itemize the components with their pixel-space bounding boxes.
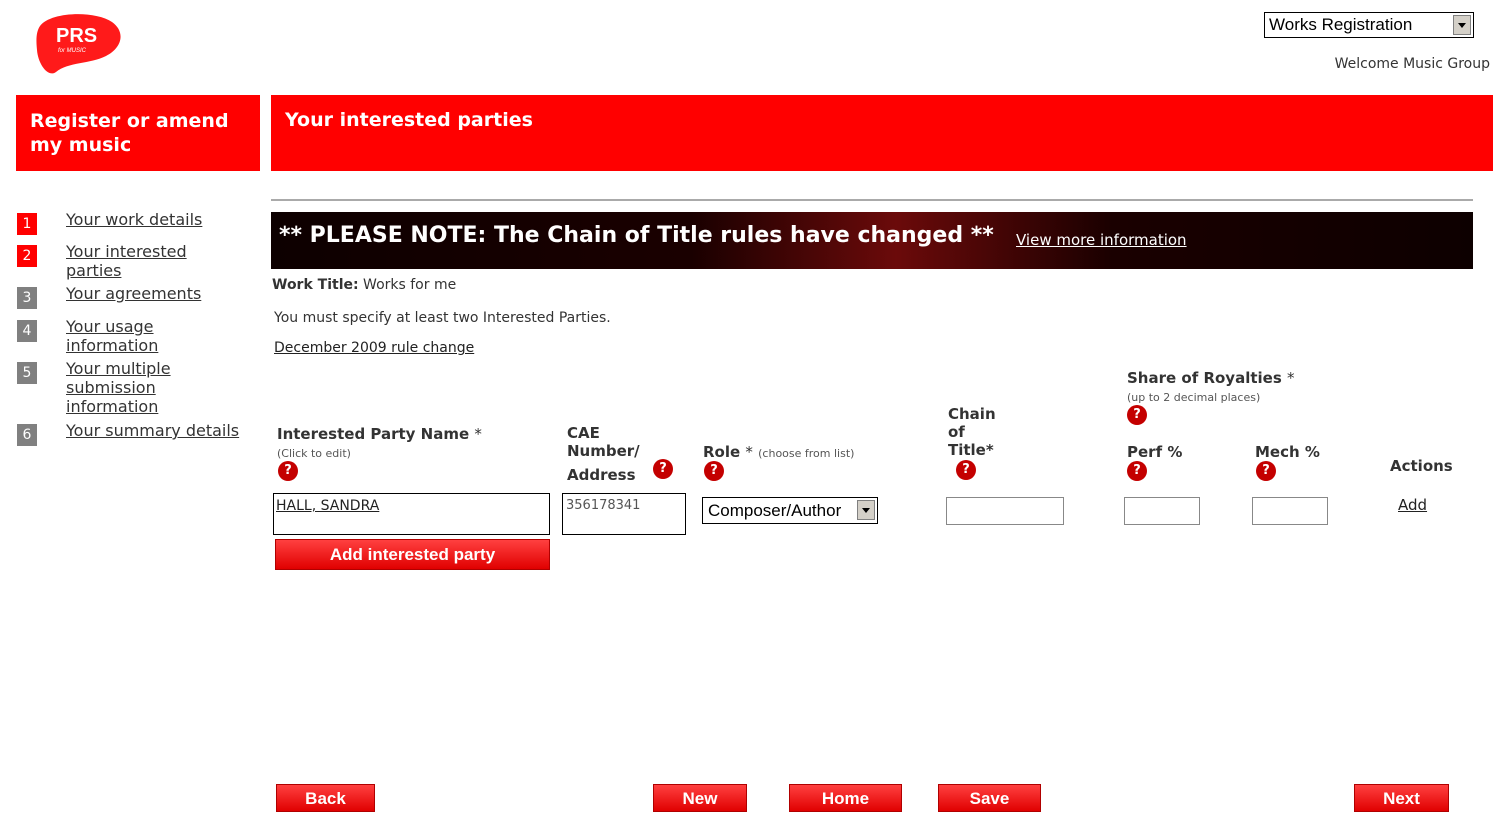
ip-name-link[interactable]: HALL, SANDRA <box>276 498 379 514</box>
col-cae-line1: CAE <box>567 424 600 442</box>
help-icon[interactable]: ? <box>1127 461 1147 481</box>
step-label[interactable]: Your summary details <box>66 421 239 440</box>
work-title-label: Work Title: <box>272 277 359 293</box>
col-cae: CAE Number/ Address <box>567 424 640 484</box>
col-ip-name-label: Interested Party Name <box>277 425 470 443</box>
mech-percent-input[interactable] <box>1252 497 1328 525</box>
rule-change-link[interactable]: December 2009 rule change <box>274 340 474 356</box>
step-number: 6 <box>17 424 37 446</box>
help-icon[interactable]: ? <box>278 461 298 481</box>
sidebar-banner: Register or amend my music <box>16 95 260 171</box>
step-number: 1 <box>17 213 37 235</box>
next-button[interactable]: Next <box>1354 784 1449 812</box>
new-button[interactable]: New <box>653 784 747 812</box>
col-share-hint: (up to 2 decimal places) <box>1127 391 1261 404</box>
col-share-of-royalties: Share of Royalties * (up to 2 decimal pl… <box>1127 369 1295 407</box>
save-button[interactable]: Save <box>938 784 1041 812</box>
chevron-down-icon[interactable] <box>1453 15 1471 35</box>
required-marker: * <box>474 425 482 443</box>
col-share-label: Share of Royalties <box>1127 369 1282 387</box>
ip-name-field[interactable]: HALL, SANDRA <box>273 493 550 535</box>
col-chain-line3: Title* <box>948 441 994 459</box>
col-cae-line2: Number/ <box>567 442 640 460</box>
role-select-value: Composer/Author <box>708 501 842 520</box>
notice-text: ** PLEASE NOTE: The Chain of Title rules… <box>279 223 994 248</box>
step-label[interactable]: Your work details <box>66 210 202 229</box>
help-icon[interactable]: ? <box>956 460 976 480</box>
help-icon[interactable]: ? <box>653 459 673 479</box>
page-title: Your interested parties <box>271 95 1493 171</box>
instruction-text: You must specify at least two Interested… <box>274 310 611 326</box>
col-mech: Mech % <box>1255 443 1320 461</box>
work-title: Work Title: Works for me <box>272 277 456 293</box>
cae-number-value: 356178341 <box>566 498 641 513</box>
help-icon[interactable]: ? <box>1256 461 1276 481</box>
view-more-information-link[interactable]: View more information <box>1016 231 1187 249</box>
step-label[interactable]: Your multiple submission information <box>66 359 206 416</box>
required-marker: * <box>1287 369 1295 387</box>
step-number: 4 <box>17 320 37 342</box>
step-label[interactable]: Your usage information <box>66 317 186 355</box>
prs-logo[interactable]: PRS for MUSIC <box>34 12 122 74</box>
logo-text: PRS <box>56 25 97 47</box>
col-ip-name: Interested Party Name * (Click to edit) <box>277 425 482 463</box>
col-chain-line1: Chain <box>948 405 996 423</box>
col-actions: Actions <box>1390 457 1453 475</box>
chain-of-title-input[interactable] <box>946 497 1064 525</box>
col-chain-line2: of <box>948 423 965 441</box>
col-ip-name-hint: (Click to edit) <box>277 447 351 460</box>
section-select-value: Works Registration <box>1269 15 1413 34</box>
step-number: 2 <box>17 245 37 267</box>
role-select[interactable]: Composer/Author <box>702 497 878 524</box>
step-number: 5 <box>17 362 37 384</box>
help-icon[interactable]: ? <box>1127 405 1147 425</box>
add-row-link[interactable]: Add <box>1398 496 1427 514</box>
step-label[interactable]: Your interested parties <box>66 242 216 280</box>
col-chain-of-title: Chain of Title* <box>948 405 996 459</box>
back-button[interactable]: Back <box>276 784 375 812</box>
col-cae-line3: Address <box>567 466 636 484</box>
help-icon[interactable]: ? <box>704 461 724 481</box>
step-number: 3 <box>17 287 37 309</box>
perf-percent-input[interactable] <box>1124 497 1200 525</box>
section-select[interactable]: Works Registration <box>1264 12 1474 38</box>
chevron-down-icon[interactable] <box>857 500 875 520</box>
col-role-label: Role <box>703 443 741 461</box>
required-marker: * <box>745 443 753 461</box>
col-role: Role * (choose from list) <box>703 443 854 463</box>
work-title-value: Works for me <box>363 277 457 293</box>
divider <box>271 199 1473 201</box>
step-label[interactable]: Your agreements <box>66 284 201 303</box>
logo-subtext: for MUSIC <box>58 48 87 54</box>
add-interested-party-button[interactable]: Add interested party <box>275 539 550 570</box>
col-perf: Perf % <box>1127 443 1183 461</box>
welcome-text: Welcome Music Group <box>1334 56 1490 72</box>
home-button[interactable]: Home <box>789 784 902 812</box>
col-role-hint: (choose from list) <box>758 447 855 460</box>
cae-number-field[interactable]: 356178341 <box>562 493 686 535</box>
